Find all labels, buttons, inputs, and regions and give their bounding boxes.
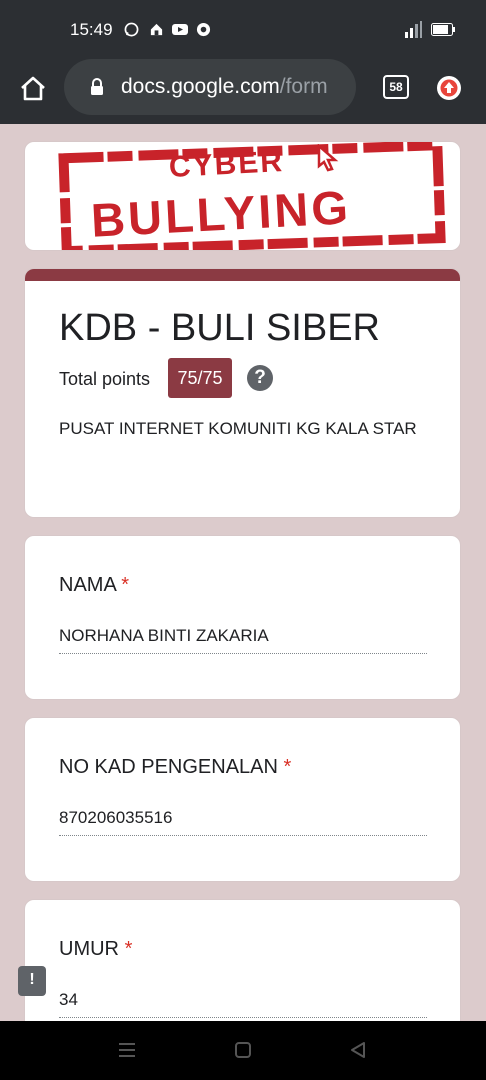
browser-toolbar: docs.google.com/form [0, 58, 486, 124]
title-accent-bar [25, 269, 460, 281]
form-title-card: KDB - BULI SIBER Total points 75/75 ? PU… [24, 268, 461, 518]
tab-switcher-button[interactable]: 58 [383, 75, 409, 99]
cursor-icon [317, 143, 339, 172]
lock-icon [90, 78, 104, 96]
answer-field[interactable]: NORHANA BINTI ZAKARIA [59, 626, 427, 654]
url-domain: docs.google.com [121, 75, 280, 98]
answer-field[interactable]: 34 [59, 990, 427, 1018]
question-title: UMUR [59, 938, 119, 960]
question-label: UMUR * [59, 938, 132, 961]
question-card-ic: NO KAD PENGENALAN * 870206035516 [24, 717, 461, 882]
header-banner-image: CYBER BULLYING [24, 141, 461, 251]
signal-icon [403, 21, 423, 39]
home-nav-icon[interactable] [234, 1041, 252, 1059]
required-asterisk: * [124, 938, 133, 960]
battery-icon [431, 23, 455, 36]
total-points-badge: 75/75 [168, 358, 232, 398]
answer-field[interactable]: 870206035516 [59, 808, 427, 836]
back-icon[interactable] [348, 1040, 368, 1060]
menu-icon[interactable] [117, 1041, 137, 1059]
question-label: NO KAD PENGENALAN * [59, 756, 291, 779]
question-card-nama: NAMA * NORHANA BINTI ZAKARIA [24, 535, 461, 700]
required-asterisk: * [121, 574, 130, 596]
help-icon[interactable]: ? [247, 365, 273, 391]
total-points-label: Total points [59, 369, 151, 389]
home-icon[interactable] [19, 75, 47, 101]
question-title: NAMA [59, 574, 116, 596]
banner-line1: CYBER [168, 145, 285, 184]
question-label: NAMA * [59, 574, 129, 597]
chrome-icon [196, 22, 211, 37]
form-title: KDB - BULI SIBER [59, 307, 380, 349]
status-time: 15:49 [70, 20, 113, 39]
system-navigation-bar [0, 1021, 486, 1080]
url-text: docs.google.com/form [121, 75, 328, 99]
home-app-icon [149, 22, 164, 37]
form-description: PUSAT INTERNET KOMUNITI KG KALA STAR [59, 419, 417, 438]
question-title: NO KAD PENGENALAN [59, 756, 278, 778]
whatsapp-icon [124, 22, 139, 37]
update-icon[interactable] [436, 75, 462, 101]
status-bar: 15:49 [0, 0, 486, 58]
required-asterisk: * [283, 756, 292, 778]
url-path: /form [279, 75, 328, 98]
report-abuse-button[interactable]: ! [18, 966, 46, 996]
youtube-icon [172, 22, 188, 37]
